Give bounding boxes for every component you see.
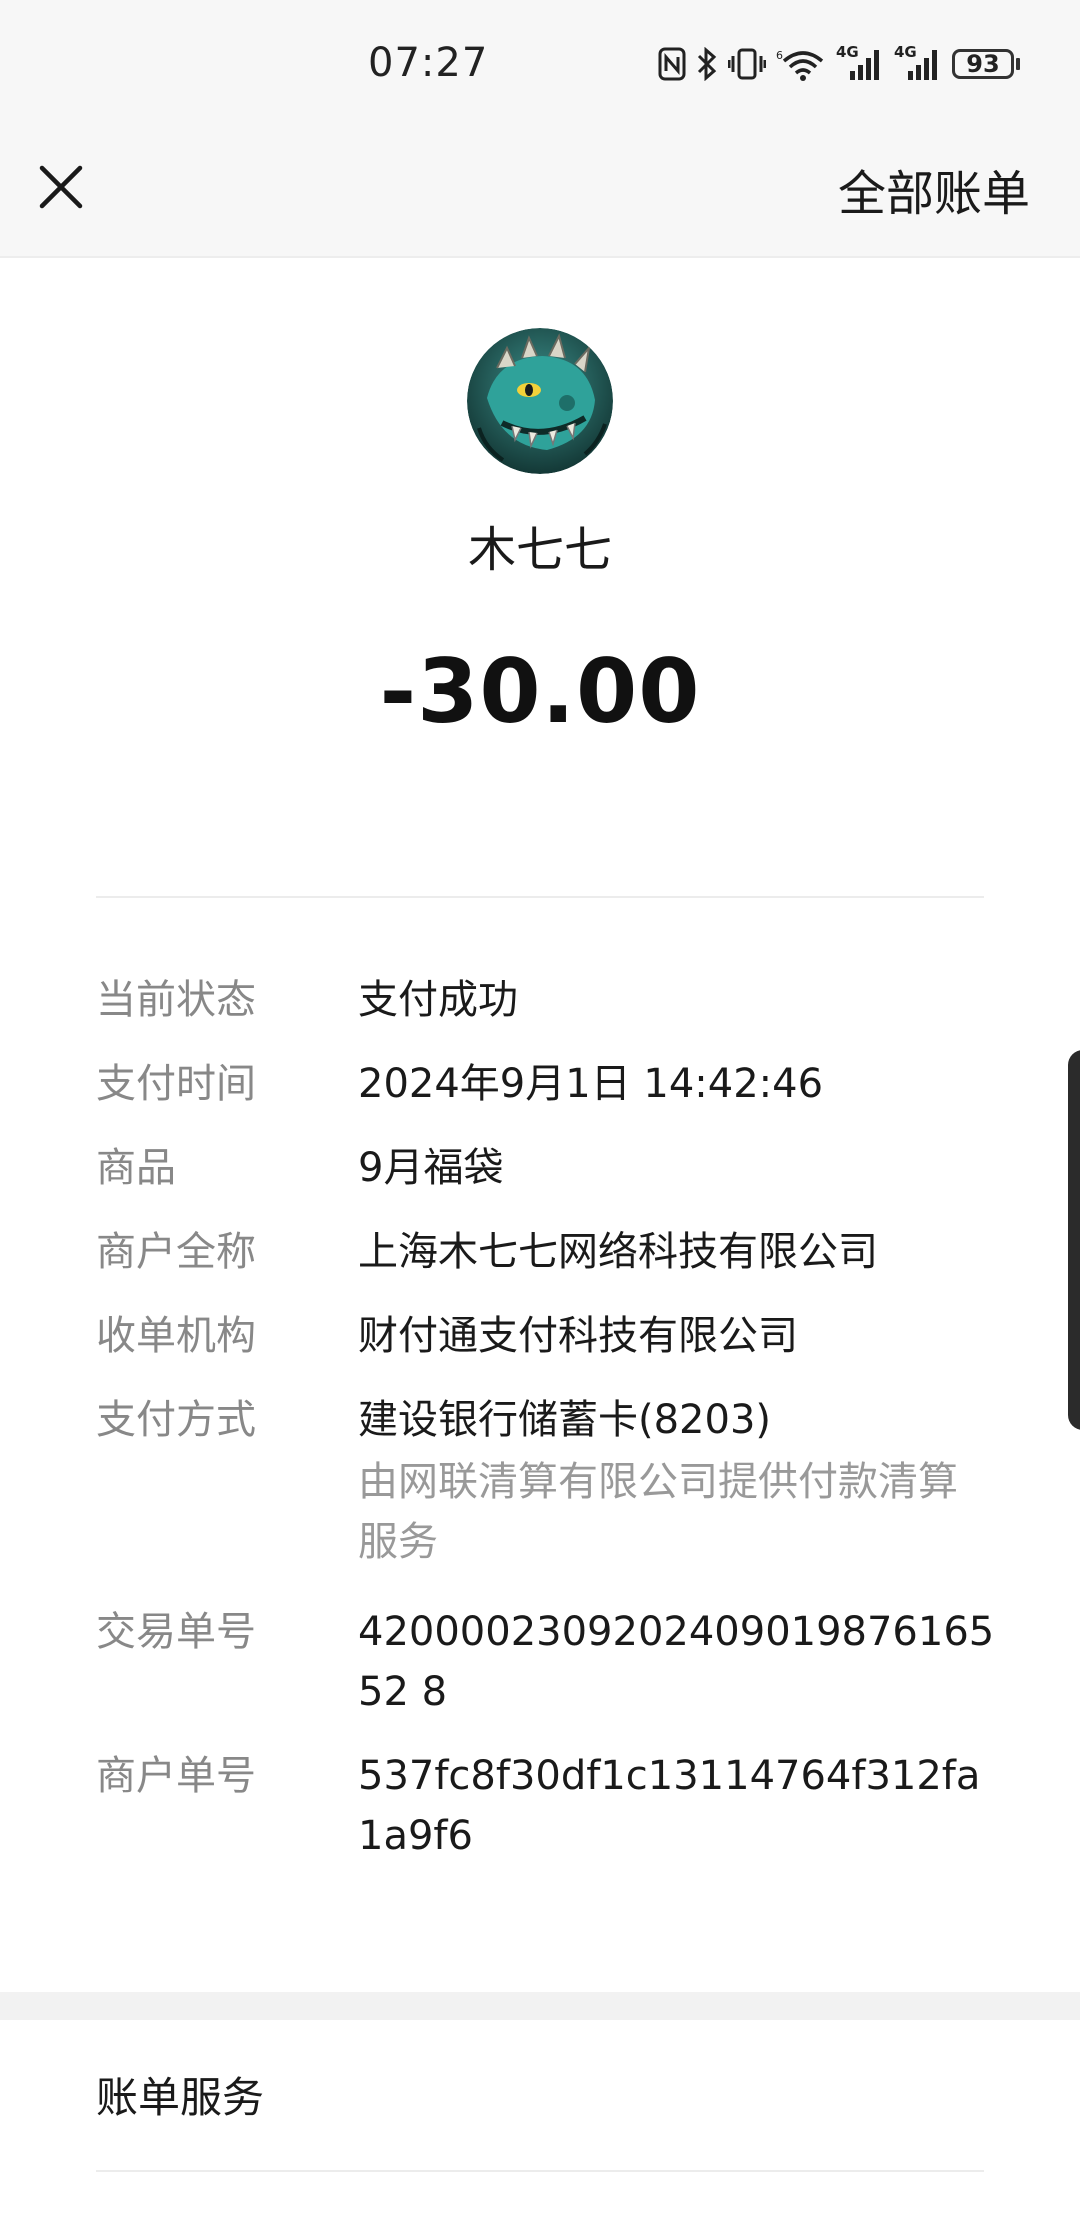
status-bar: 07:27 6 4G 4G 93 bbox=[0, 0, 1080, 124]
battery-level: 93 bbox=[952, 49, 1014, 79]
detail-value: 财付通支付科技有限公司 bbox=[358, 1313, 798, 1359]
bill-service-link[interactable]: 账单服务 bbox=[96, 2064, 264, 2125]
edge-handle[interactable] bbox=[1068, 1050, 1080, 1430]
close-icon bbox=[39, 165, 83, 209]
detail-value: 9月福袋 bbox=[358, 1145, 504, 1191]
detail-label: 支付时间 bbox=[96, 1061, 256, 1107]
signal-icon: 4G bbox=[836, 43, 884, 81]
detail-value: 支付成功 bbox=[358, 977, 518, 1023]
bluetooth-icon bbox=[697, 47, 717, 81]
bill-detail-page: 07:27 6 4G 4G 93 全部账单 木七七 -30.00 当前状态 支付… bbox=[0, 0, 1080, 2228]
all-bills-link[interactable]: 全部账单 bbox=[838, 154, 1030, 224]
detail-label: 支付方式 bbox=[96, 1397, 256, 1443]
detail-value: 537fc8f30df1c13114764f312fa1a9f6 bbox=[358, 1753, 981, 1859]
detail-label: 当前状态 bbox=[96, 977, 256, 1023]
detail-note: 由网联清算有限公司提供付款清算服务 bbox=[358, 1459, 958, 1565]
nav-bar: 全部账单 bbox=[0, 124, 1080, 258]
detail-value: 上海木七七网络科技有限公司 bbox=[358, 1229, 878, 1275]
close-button[interactable] bbox=[26, 152, 96, 222]
detail-value: 2024年9月1日 14:42:46 bbox=[358, 1061, 824, 1107]
detail-label: 交易单号 bbox=[96, 1609, 256, 1655]
status-time: 07:27 bbox=[368, 40, 489, 86]
payee-name: 木七七 bbox=[467, 522, 612, 578]
detail-label: 商户全称 bbox=[96, 1229, 256, 1275]
signal-icon: 4G bbox=[894, 43, 942, 81]
section-gap bbox=[0, 1992, 1080, 2020]
avatar bbox=[467, 328, 613, 474]
detail-label: 商品 bbox=[96, 1145, 176, 1191]
nfc-icon bbox=[658, 47, 686, 81]
divider bbox=[96, 2170, 984, 2172]
battery-icon: 93 bbox=[952, 49, 1020, 79]
vibrate-icon bbox=[728, 48, 766, 80]
dragon-avatar-icon bbox=[467, 328, 613, 474]
svg-text:6: 6 bbox=[776, 49, 783, 62]
divider bbox=[96, 896, 984, 898]
detail-label: 收单机构 bbox=[96, 1313, 256, 1359]
detail-label: 商户单号 bbox=[96, 1753, 256, 1799]
status-icons: 6 4G 4G 93 bbox=[658, 42, 1020, 86]
wifi-icon: 6 bbox=[776, 49, 824, 81]
amount: -30.00 bbox=[379, 640, 701, 743]
detail-value: 建设银行储蓄卡(8203) bbox=[358, 1397, 772, 1443]
detail-value: 420000230920240901987616552 8 bbox=[358, 1609, 995, 1715]
